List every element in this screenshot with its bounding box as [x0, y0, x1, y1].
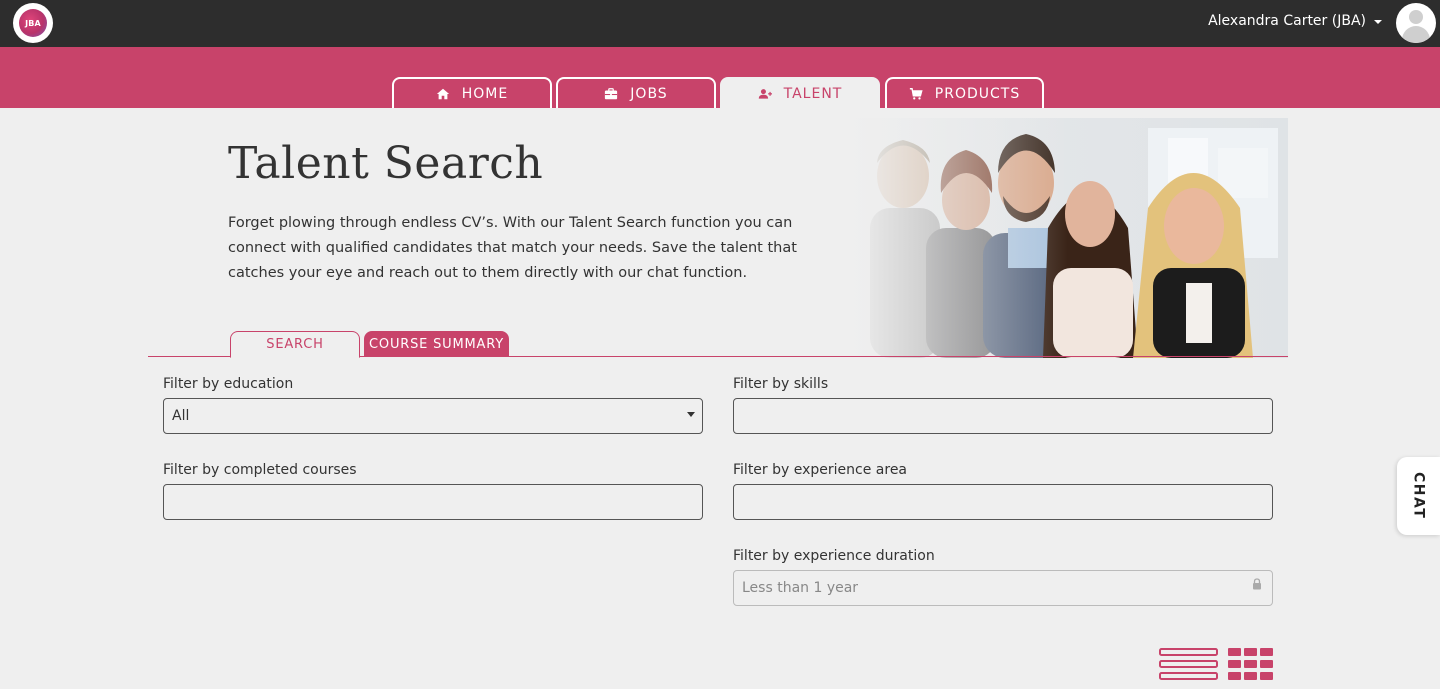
- briefcase-icon: [605, 87, 618, 99]
- tab-course-summary[interactable]: COURSE SUMMARY: [364, 331, 509, 357]
- tab-search[interactable]: SEARCH: [230, 331, 360, 358]
- tab-products[interactable]: PRODUCTS: [885, 77, 1044, 108]
- page-title: Talent Search: [228, 138, 544, 189]
- skills-filter-label: Filter by skills: [733, 376, 829, 392]
- tab-home-label: HOME: [461, 85, 509, 102]
- tab-products-label: PRODUCTS: [934, 85, 1021, 102]
- experience-area-input[interactable]: [733, 484, 1273, 520]
- chat-button[interactable]: CHAT: [1397, 457, 1440, 535]
- user-menu-caret-icon[interactable]: [1374, 20, 1382, 24]
- top-bar: JBA Alexandra Carter (JBA): [0, 0, 1440, 47]
- user-name[interactable]: Alexandra Carter (JBA): [1208, 13, 1366, 29]
- logo-text: JBA: [19, 9, 47, 37]
- chat-label: CHAT: [1410, 472, 1427, 520]
- courses-input[interactable]: [163, 484, 703, 520]
- tab-jobs-label: JOBS: [630, 85, 668, 102]
- hero-team-photo: [848, 118, 1288, 358]
- lock-icon: [1253, 578, 1261, 590]
- experience-duration-input: Less than 1 year: [733, 570, 1273, 606]
- courses-filter-label: Filter by completed courses: [163, 462, 357, 478]
- avatar[interactable]: [1396, 3, 1436, 43]
- home-icon: [436, 88, 449, 99]
- grid-view-icon[interactable]: [1228, 648, 1273, 680]
- cart-icon: [909, 87, 923, 100]
- experience-duration-filter-label: Filter by experience duration: [733, 548, 935, 564]
- tab-talent-label: TALENT: [783, 85, 843, 102]
- tab-talent[interactable]: TALENT: [720, 77, 880, 108]
- education-select[interactable]: All: [163, 398, 703, 434]
- user-plus-icon: [758, 88, 772, 99]
- list-view-icon[interactable]: [1159, 648, 1218, 680]
- tab-home[interactable]: HOME: [392, 77, 552, 108]
- select-caret-icon: [687, 412, 695, 417]
- experience-area-filter-label: Filter by experience area: [733, 462, 908, 478]
- experience-duration-placeholder: Less than 1 year: [742, 580, 859, 596]
- tab-jobs[interactable]: JOBS: [556, 77, 716, 108]
- page-description: Forget plowing through endless CV’s. Wit…: [228, 215, 797, 281]
- jba-logo[interactable]: JBA: [13, 3, 53, 43]
- skills-input[interactable]: [733, 398, 1273, 434]
- education-filter-label: Filter by education: [163, 376, 294, 392]
- education-select-value: All: [172, 408, 190, 424]
